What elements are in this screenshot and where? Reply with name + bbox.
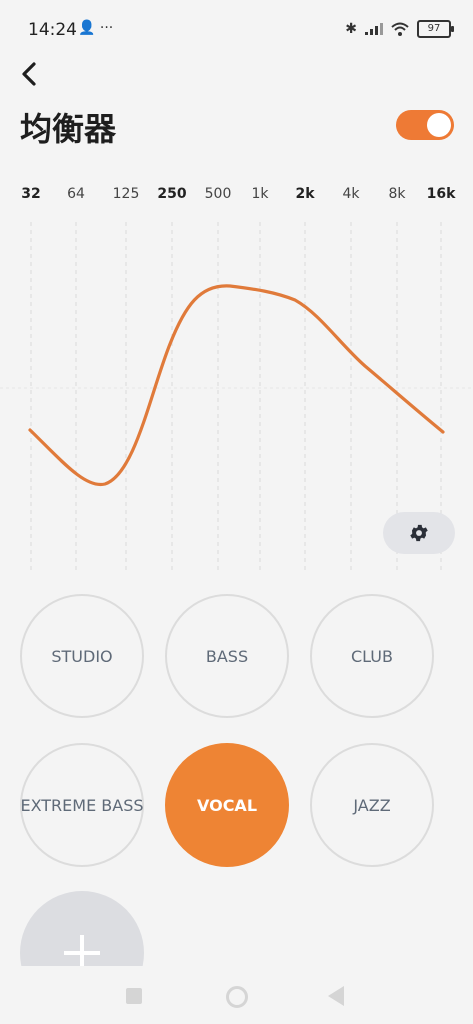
status-bar: 14:24 👤 ··· ✱ 97 bbox=[0, 0, 473, 60]
back-button[interactable] bbox=[16, 58, 48, 90]
freq-label: 64 bbox=[67, 186, 85, 202]
chevron-left-icon bbox=[22, 62, 36, 86]
preset-label: EXTREME BASS bbox=[20, 795, 144, 815]
system-nav-bar bbox=[0, 966, 473, 1024]
home-button[interactable] bbox=[226, 986, 248, 1008]
preset-club[interactable]: CLUB bbox=[310, 594, 434, 718]
freq-label: 500 bbox=[204, 186, 232, 202]
recent-apps-button[interactable] bbox=[126, 988, 142, 1004]
page-title: 均衡器 bbox=[20, 110, 117, 148]
wifi-icon bbox=[391, 22, 409, 36]
freq-label: 2k bbox=[295, 186, 315, 202]
bluetooth-icon: ✱ bbox=[345, 21, 357, 37]
preset-label: STUDIO bbox=[51, 646, 113, 666]
notification-icons: 👤 ··· bbox=[78, 20, 114, 36]
frequency-labels: 32 64 125 250 500 1k 2k 4k 8k 16k bbox=[0, 186, 473, 206]
battery-icon: 97 bbox=[417, 20, 454, 38]
status-right: ✱ 97 bbox=[345, 20, 454, 38]
toggle-knob bbox=[427, 113, 451, 137]
preset-extreme-bass[interactable]: EXTREME BASS bbox=[20, 743, 144, 867]
freq-label: 16k bbox=[426, 186, 456, 202]
preset-label: VOCAL bbox=[196, 795, 258, 815]
signal-icon bbox=[365, 23, 383, 35]
freq-label: 1k bbox=[251, 186, 269, 202]
freq-label: 250 bbox=[157, 186, 187, 202]
freq-label: 125 bbox=[112, 186, 140, 202]
preset-bass[interactable]: BASS bbox=[165, 594, 289, 718]
preset-vocal[interactable]: VOCAL bbox=[165, 743, 289, 867]
preset-label: BASS bbox=[205, 646, 249, 666]
system-back-button[interactable] bbox=[328, 986, 344, 1006]
status-time: 14:24 bbox=[28, 20, 77, 40]
preset-label: JAZZ bbox=[353, 795, 391, 815]
gear-icon bbox=[410, 524, 428, 542]
eq-settings-button[interactable] bbox=[383, 512, 455, 554]
equalizer-toggle[interactable] bbox=[396, 110, 454, 140]
freq-label: 4k bbox=[342, 186, 360, 202]
preset-studio[interactable]: STUDIO bbox=[20, 594, 144, 718]
eq-curve bbox=[28, 284, 445, 487]
freq-label: 8k bbox=[388, 186, 406, 202]
preset-label: CLUB bbox=[351, 646, 393, 666]
preset-jazz[interactable]: JAZZ bbox=[310, 743, 434, 867]
freq-label: 32 bbox=[21, 186, 41, 202]
